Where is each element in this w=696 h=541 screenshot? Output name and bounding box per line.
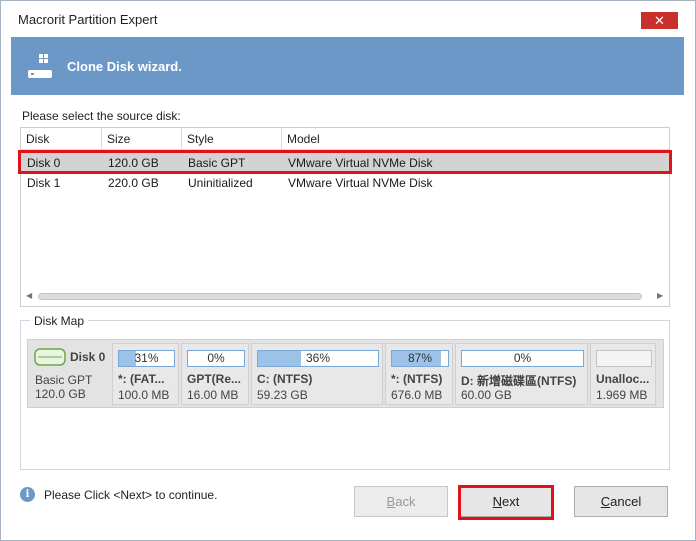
- partition-name: *: (NTFS): [391, 372, 443, 386]
- disk-map-strip: Disk 0 Basic GPT 120.0 GB 31% *: (FAT...…: [27, 339, 664, 408]
- scroll-right-icon[interactable]: ▶: [657, 291, 663, 300]
- disk-type: Basic GPT: [35, 373, 93, 387]
- partition-block[interactable]: 0% D: 新增磁碟區(NTFS) 60.00 GB: [455, 343, 588, 405]
- style-cell: Basic GPT: [188, 156, 246, 170]
- partition-block[interactable]: 36% C: (NTFS) 59.23 GB: [251, 343, 383, 405]
- partition-size: 100.0 MB: [118, 388, 170, 402]
- partition-block[interactable]: 87% *: (NTFS) 676.0 MB: [385, 343, 453, 405]
- usage-percent: 0%: [513, 351, 532, 365]
- source-disk-label: Please select the source disk:: [22, 109, 181, 123]
- partition-name: Unalloc...: [596, 372, 650, 386]
- size-cell: 120.0 GB: [108, 156, 159, 170]
- partition-block[interactable]: 31% *: (FAT... 100.0 MB: [112, 343, 179, 405]
- usage-bar: 87%: [391, 350, 449, 367]
- partition-name: GPT(Re...: [187, 372, 242, 386]
- cancel-label: ancel: [610, 494, 642, 509]
- partition-name: C: (NTFS): [257, 372, 313, 386]
- model-cell: VMware Virtual NVMe Disk: [288, 176, 433, 190]
- partition-name: *: (FAT...: [118, 372, 165, 386]
- disk-list[interactable]: Disk Size Style Model Disk 0 120.0 GB Ba…: [20, 127, 670, 307]
- cancel-mnemonic: C: [600, 494, 611, 509]
- usage-percent: 31%: [134, 351, 159, 365]
- disk-row-1[interactable]: Disk 1 220.0 GB Uninitialized VMware Vir…: [21, 173, 669, 193]
- close-icon: ✕: [654, 13, 665, 28]
- back-button[interactable]: Back: [354, 486, 448, 517]
- scroll-left-icon[interactable]: ◀: [26, 291, 32, 300]
- clone-disk-wizard-window: Macrorit Partition Expert ✕ Clone Disk w…: [0, 0, 696, 541]
- column-header-size[interactable]: Size: [102, 128, 182, 150]
- partition-size: 676.0 MB: [391, 388, 443, 402]
- partition-block[interactable]: Unalloc... 1.969 MB: [590, 343, 656, 405]
- partition-name: D: 新增磁碟區(NTFS): [461, 374, 577, 388]
- partition-size: 1.969 MB: [596, 388, 648, 402]
- usage-percent: 87%: [407, 351, 433, 365]
- partition-size: 59.23 GB: [257, 388, 308, 402]
- window-title: Macrorit Partition Expert: [18, 12, 158, 27]
- hard-disk-icon: [34, 348, 66, 366]
- column-header-disk[interactable]: Disk: [21, 128, 102, 150]
- usage-bar: 0%: [187, 350, 245, 367]
- usage-bar: 31%: [118, 350, 175, 367]
- close-button[interactable]: ✕: [641, 12, 678, 29]
- disk-info[interactable]: Disk 0 Basic GPT 120.0 GB: [28, 340, 110, 407]
- disk-row-0[interactable]: Disk 0 120.0 GB Basic GPT VMware Virtual…: [21, 153, 669, 173]
- disk-map-legend: Disk Map: [30, 314, 89, 328]
- next-label: ext: [502, 494, 520, 509]
- next-button[interactable]: Next: [459, 486, 553, 517]
- usage-bar: 0%: [461, 350, 584, 367]
- size-cell: 220.0 GB: [108, 176, 159, 190]
- horizontal-scrollbar[interactable]: ◀ ▶: [21, 288, 669, 306]
- back-label: ack: [395, 494, 416, 509]
- wizard-header-banner: Clone Disk wizard.: [11, 37, 684, 95]
- model-cell: VMware Virtual NVMe Disk: [288, 156, 433, 170]
- disk-name: Disk 0: [70, 350, 106, 364]
- cancel-button[interactable]: Cancel: [574, 486, 668, 517]
- usage-percent: 36%: [305, 351, 331, 365]
- info-icon: i: [20, 487, 35, 502]
- clone-disk-icon: [28, 54, 52, 78]
- disk-size: 120.0 GB: [35, 387, 86, 401]
- column-header-model[interactable]: Model: [282, 128, 669, 150]
- back-mnemonic: B: [386, 494, 396, 509]
- scrollbar-thumb[interactable]: [38, 293, 642, 300]
- usage-percent: 0%: [207, 351, 225, 365]
- next-mnemonic: N: [492, 494, 503, 509]
- column-header-style[interactable]: Style: [182, 128, 282, 150]
- usage-percent: [597, 351, 651, 366]
- disk-cell: Disk 1: [27, 176, 61, 190]
- partition-block[interactable]: 0% GPT(Re... 16.00 MB: [181, 343, 249, 405]
- usage-bar: 36%: [257, 350, 379, 367]
- wizard-title: Clone Disk wizard.: [67, 59, 182, 74]
- instruction-text: Please Click <Next> to continue.: [44, 488, 218, 502]
- list-header: Disk Size Style Model: [21, 128, 669, 150]
- partition-size: 60.00 GB: [461, 388, 512, 402]
- title-bar: Macrorit Partition Expert ✕: [1, 1, 695, 37]
- disk-cell: Disk 0: [27, 156, 61, 170]
- usage-bar: [596, 350, 652, 367]
- style-cell: Uninitialized: [188, 176, 253, 190]
- partition-size: 16.00 MB: [187, 388, 239, 402]
